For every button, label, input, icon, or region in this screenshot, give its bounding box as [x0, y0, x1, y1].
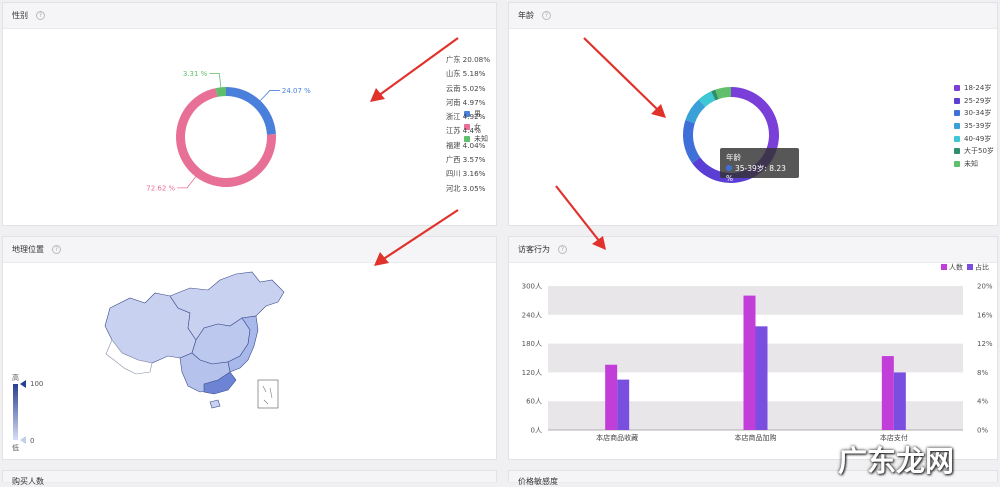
arrow-to-geo: [374, 209, 459, 266]
annotation-arrows: [370, 37, 666, 266]
arrow-to-gender: [370, 37, 459, 102]
watermark: 广东龙网: [838, 444, 955, 478]
arrow-to-visitor: [555, 185, 606, 250]
arrow-to-age: [583, 37, 666, 118]
